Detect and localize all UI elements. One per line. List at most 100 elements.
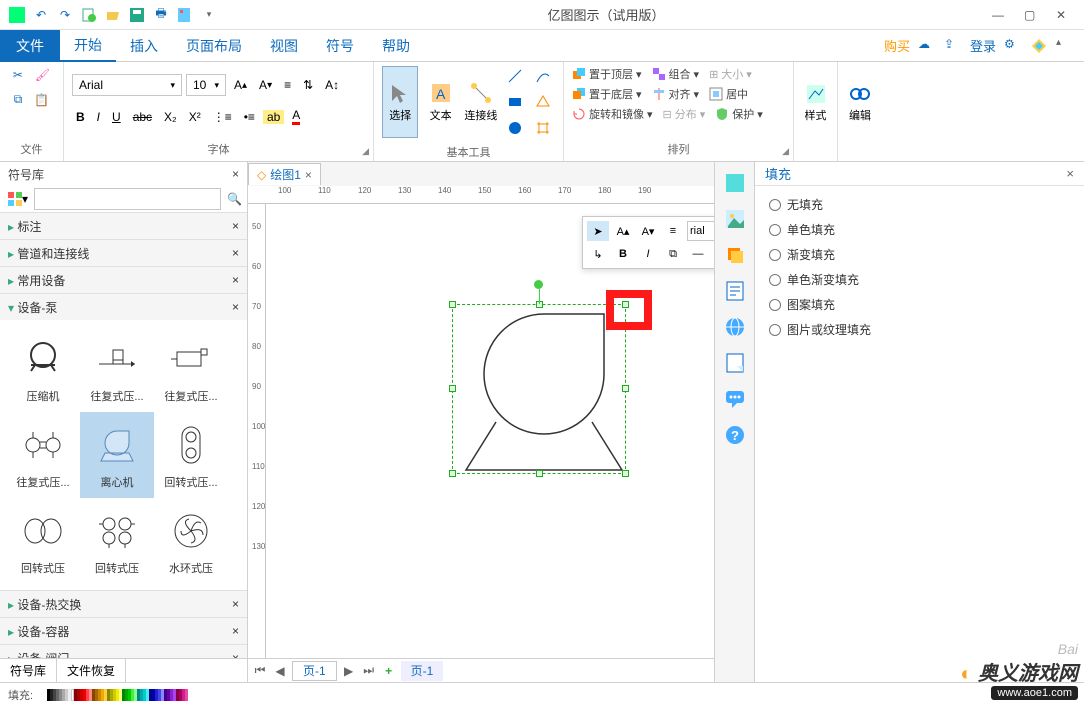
qat-redo-icon[interactable]: ↷ bbox=[54, 4, 76, 26]
mini-italic-icon[interactable]: I bbox=[637, 244, 659, 264]
search-icon[interactable]: 🔍 bbox=[223, 190, 246, 208]
shape-rotary3[interactable]: 回转式压 bbox=[80, 498, 154, 584]
bold-button[interactable]: B bbox=[72, 108, 89, 126]
subscript-button[interactable]: X₂ bbox=[160, 108, 181, 126]
shape-recip3[interactable]: 往复式压... bbox=[6, 412, 80, 498]
font-size-select[interactable]: 10▾ bbox=[186, 74, 226, 96]
highlight-icon[interactable]: ab bbox=[263, 110, 284, 124]
tab-start[interactable]: 开始 bbox=[60, 30, 116, 62]
strip-layer-icon[interactable] bbox=[722, 242, 748, 268]
maximize-button[interactable]: ▢ bbox=[1024, 8, 1038, 22]
mini-font-grow-icon[interactable]: A▴ bbox=[612, 221, 634, 241]
connector-tool-button[interactable]: 连接线 bbox=[463, 66, 499, 138]
cloud-icon[interactable]: ☁ bbox=[918, 37, 936, 55]
section-annotation[interactable]: ▸ 标注× bbox=[0, 213, 247, 239]
page-next-icon[interactable]: ▶ bbox=[341, 664, 357, 678]
style-button[interactable]: 样式 bbox=[802, 67, 829, 139]
tab-symbols[interactable]: 符号 bbox=[312, 30, 368, 62]
lib-grid-icon[interactable]: ▾ bbox=[4, 190, 32, 208]
file-menu-button[interactable]: 文件 bbox=[0, 30, 60, 62]
mini-font-shrink-icon[interactable]: A▾ bbox=[637, 221, 659, 241]
collapse-ribbon-icon[interactable]: ▴ bbox=[1056, 37, 1074, 55]
protect-button[interactable]: 保护 ▾ bbox=[715, 106, 763, 122]
fill-opt-mono-gradient[interactable]: 单色渐变填充 bbox=[769, 271, 1070, 288]
cut-icon[interactable]: ✂ bbox=[9, 66, 27, 84]
superscript-button[interactable]: X² bbox=[185, 108, 205, 126]
strip-fill-icon[interactable] bbox=[722, 170, 748, 196]
settings-icon[interactable]: ⚙ bbox=[1004, 37, 1022, 55]
align-button[interactable]: 对齐 ▾ bbox=[652, 86, 700, 102]
fill-opt-pattern[interactable]: 图案填充 bbox=[769, 296, 1070, 313]
mini-connector-icon[interactable]: ↳ bbox=[587, 244, 609, 264]
align-icon[interactable]: ≡ bbox=[280, 76, 295, 94]
color-palette-bar[interactable] bbox=[47, 689, 188, 701]
mini-font-input[interactable] bbox=[687, 221, 714, 241]
close-button[interactable]: ✕ bbox=[1056, 8, 1070, 22]
strike-button[interactable]: abc bbox=[129, 108, 156, 126]
mini-copy-icon[interactable]: ⧉ bbox=[662, 244, 684, 264]
minimize-button[interactable]: ― bbox=[992, 8, 1006, 22]
shape-centrifuge[interactable]: 离心机 bbox=[80, 412, 154, 498]
strip-image-icon[interactable] bbox=[722, 206, 748, 232]
mini-line-icon[interactable]: — bbox=[687, 244, 709, 264]
text-tool-button[interactable]: A文本 bbox=[422, 66, 458, 138]
buy-link[interactable]: 购买 bbox=[884, 36, 910, 55]
shape-rotary1[interactable]: 回转式压... bbox=[154, 412, 228, 498]
page-tab-1[interactable]: 页-1 bbox=[292, 661, 337, 681]
shape-compressor[interactable]: 压缩机 bbox=[6, 326, 80, 412]
qat-more-icon[interactable]: ▾ bbox=[198, 4, 220, 26]
drawing-canvas[interactable]: ➤ A▴ A▾ ≡ ↳ B I ⧉ — 💧 bbox=[266, 204, 714, 658]
section-pipes[interactable]: ▸ 管道和连接线× bbox=[0, 240, 247, 266]
tab-page-layout[interactable]: 页面布局 bbox=[172, 30, 256, 62]
selection-box[interactable] bbox=[452, 304, 626, 474]
mini-align-icon[interactable]: ≡ bbox=[662, 221, 684, 241]
bottom-tab-symbols[interactable]: 符号库 bbox=[0, 659, 57, 682]
strip-comment-icon[interactable] bbox=[722, 386, 748, 412]
share-icon[interactable]: ⇪ bbox=[944, 37, 962, 55]
login-link[interactable]: 登录 bbox=[970, 36, 996, 55]
text-direction-icon[interactable]: A↕ bbox=[321, 76, 343, 94]
qat-print-icon[interactable]: 🖶 bbox=[150, 4, 172, 26]
bottom-tab-recovery[interactable]: 文件恢复 bbox=[57, 659, 126, 682]
strip-web-icon[interactable] bbox=[722, 314, 748, 340]
line-tool-icon[interactable] bbox=[503, 66, 527, 86]
fill-opt-none[interactable]: 无填充 bbox=[769, 196, 1070, 213]
rotate-button[interactable]: 旋转和镜像 ▾ bbox=[572, 106, 653, 122]
fill-opt-solid[interactable]: 单色填充 bbox=[769, 221, 1070, 238]
qat-open-icon[interactable] bbox=[102, 4, 124, 26]
mini-eyedrop-icon[interactable]: 💧 bbox=[712, 244, 714, 264]
qat-new-icon[interactable] bbox=[78, 4, 100, 26]
document-tab[interactable]: ◇绘图1× bbox=[248, 163, 321, 185]
close-right-pane-icon[interactable]: × bbox=[1066, 166, 1074, 181]
curve-tool-icon[interactable] bbox=[531, 66, 555, 86]
add-page-icon[interactable]: + bbox=[381, 664, 397, 678]
copy-icon[interactable]: ⧉ bbox=[10, 90, 27, 109]
page-prev-icon[interactable]: ◀ bbox=[272, 664, 288, 678]
strip-help-icon[interactable]: ? bbox=[722, 422, 748, 448]
section-common[interactable]: ▸ 常用设备× bbox=[0, 267, 247, 293]
symbol-search-input[interactable] bbox=[34, 188, 221, 210]
tab-insert[interactable]: 插入 bbox=[116, 30, 172, 62]
bullets-icon[interactable]: •≡ bbox=[240, 108, 259, 126]
strip-text-icon[interactable] bbox=[722, 278, 748, 304]
section-pumps[interactable]: ▾ 设备-泵× bbox=[0, 294, 247, 320]
group-button[interactable]: 组合 ▾ bbox=[652, 66, 700, 82]
qat-app-icon[interactable] bbox=[6, 4, 28, 26]
page-tab-2[interactable]: 页-1 bbox=[401, 661, 444, 681]
tab-view[interactable]: 视图 bbox=[256, 30, 312, 62]
to-front-button[interactable]: 置于顶层 ▾ bbox=[572, 66, 642, 82]
to-back-button[interactable]: 置于底层 ▾ bbox=[572, 86, 642, 102]
page-last-icon[interactable]: ⏭ bbox=[361, 663, 377, 678]
underline-button[interactable]: U bbox=[108, 108, 125, 126]
section-valve[interactable]: ▸ 设备-阀门× bbox=[0, 645, 247, 658]
shape-waterring[interactable]: 水环式压 bbox=[154, 498, 228, 584]
font-color-icon[interactable]: A bbox=[288, 106, 304, 127]
font-name-select[interactable]: Arial▾ bbox=[72, 74, 182, 96]
qat-undo-icon[interactable]: ↶ bbox=[30, 4, 52, 26]
section-vessel[interactable]: ▸ 设备-容器× bbox=[0, 618, 247, 644]
tab-help[interactable]: 帮助 bbox=[368, 30, 424, 62]
crop-tool-icon[interactable] bbox=[531, 118, 555, 138]
edit-button[interactable]: 编辑 bbox=[846, 67, 874, 139]
list-icon[interactable]: ⋮≡ bbox=[209, 108, 236, 126]
select-tool-button[interactable]: 选择 bbox=[382, 66, 418, 138]
